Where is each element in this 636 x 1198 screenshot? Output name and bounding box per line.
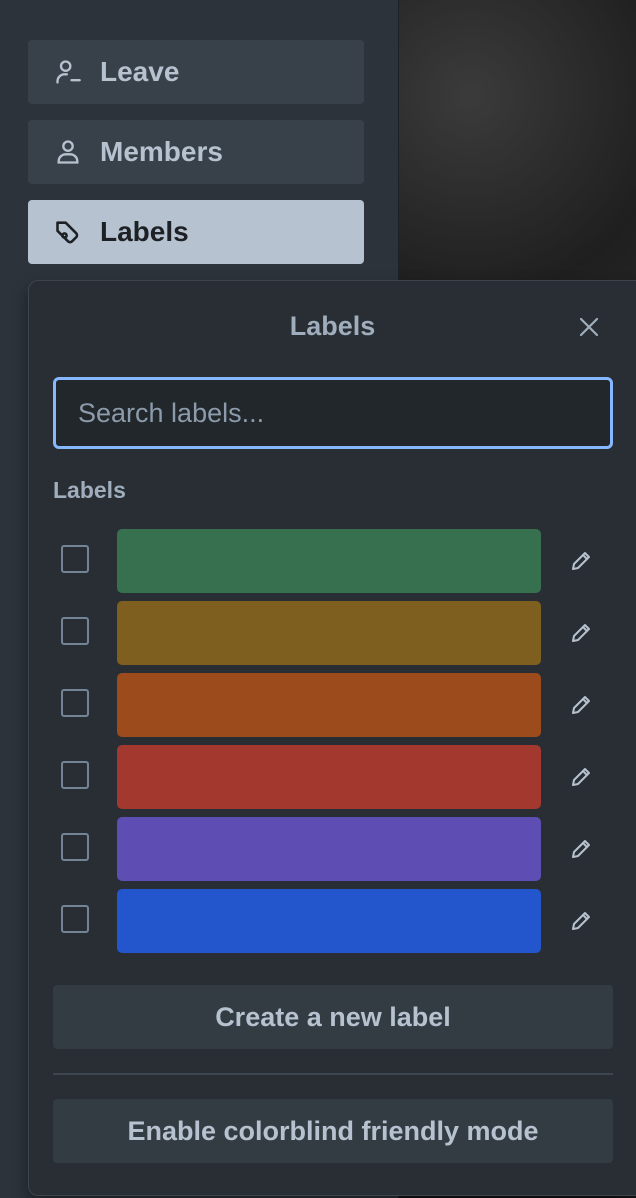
search-labels-input[interactable] [53, 377, 613, 449]
label-row [53, 601, 613, 665]
edit-label-button[interactable] [565, 689, 597, 721]
label-row [53, 745, 613, 809]
edit-label-button[interactable] [565, 617, 597, 649]
label-swatch[interactable] [117, 529, 541, 593]
user-icon [54, 138, 82, 166]
label-swatch[interactable] [117, 817, 541, 881]
colorblind-mode-button[interactable]: Enable colorblind friendly mode [53, 1099, 613, 1163]
label-checkbox[interactable] [61, 833, 89, 861]
close-icon [579, 317, 599, 337]
label-checkbox[interactable] [61, 761, 89, 789]
label-row [53, 817, 613, 881]
sidebar-item-leave[interactable]: Leave [28, 40, 364, 104]
pencil-icon [572, 552, 590, 570]
label-swatch[interactable] [117, 745, 541, 809]
sidebar-item-label: Members [100, 136, 223, 167]
edit-label-button[interactable] [565, 833, 597, 865]
popover-title: Labels [289, 311, 376, 341]
labels-section-heading: Labels [53, 477, 126, 503]
edit-label-button[interactable] [565, 761, 597, 793]
user-minus-icon [54, 58, 82, 86]
label-row [53, 889, 613, 953]
label-swatch[interactable] [117, 673, 541, 737]
pencil-icon [572, 768, 590, 786]
label-row [53, 529, 613, 593]
pencil-icon [572, 696, 590, 714]
pencil-icon [572, 624, 590, 642]
divider [53, 1073, 613, 1075]
label-checkbox[interactable] [61, 905, 89, 933]
label-checkbox[interactable] [61, 545, 89, 573]
edit-label-button[interactable] [565, 545, 597, 577]
pencil-icon [572, 840, 590, 858]
labels-popover: Labels Labels [28, 280, 636, 1196]
create-label-button[interactable]: Create a new label [53, 985, 613, 1049]
label-swatch[interactable] [117, 601, 541, 665]
close-button[interactable] [573, 311, 605, 343]
edit-label-button[interactable] [565, 905, 597, 937]
label-checkbox[interactable] [61, 689, 89, 717]
sidebar-item-label: Labels [100, 216, 189, 247]
label-row [53, 673, 613, 737]
label-swatch[interactable] [117, 889, 541, 953]
sidebar-item-labels[interactable]: Labels [28, 200, 364, 264]
sidebar-item-label: Leave [100, 56, 180, 87]
label-checkbox[interactable] [61, 617, 89, 645]
pencil-icon [572, 912, 590, 930]
sidebar-item-members[interactable]: Members [28, 120, 364, 184]
tag-icon [54, 218, 82, 246]
